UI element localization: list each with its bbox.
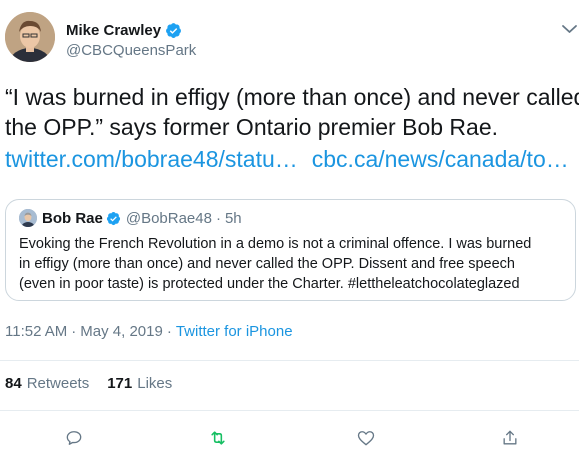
tweet-stats: 84 Retweets 171 Likes — [5, 375, 172, 393]
avatar-image — [5, 12, 55, 62]
retweets-stat[interactable]: 84 Retweets — [5, 375, 89, 393]
quoted-text-line: in effigy (more than once) and never cal… — [19, 256, 515, 272]
tweet-source-link[interactable]: Twitter for iPhone — [176, 323, 293, 340]
tweet-date[interactable]: May 4, 2019 — [80, 323, 163, 340]
likes-stat[interactable]: 171 Likes — [107, 375, 172, 393]
author-handle[interactable]: @CBCQueensPark — [66, 42, 196, 59]
quoted-text-line: (even in poor taste) is protected under … — [19, 276, 520, 292]
action-bar — [0, 424, 579, 452]
quoted-timestamp: 5h — [224, 209, 242, 227]
verified-badge-icon — [166, 22, 181, 38]
verified-badge-icon — [106, 211, 120, 225]
retweets-label: Retweets — [26, 375, 90, 392]
quoted-text-line: Evoking the French Revolution in a demo … — [19, 236, 532, 252]
tweet: Mike Crawley @CBCQueensPark “I was burne… — [0, 0, 579, 469]
heart-icon — [357, 431, 375, 446]
retweet-icon — [211, 431, 225, 445]
retweet-button[interactable] — [206, 426, 230, 450]
likes-count: 171 — [107, 375, 133, 392]
quoted-display-name: Bob Rae — [42, 209, 103, 227]
quoted-avatar-image — [19, 209, 37, 227]
author-name-row[interactable]: Mike Crawley — [66, 20, 182, 40]
author-avatar[interactable] — [5, 12, 55, 62]
share-button[interactable] — [498, 426, 522, 450]
quoted-handle: @BobRae48 — [125, 209, 212, 227]
quoted-author-avatar — [19, 209, 37, 227]
divider — [0, 410, 579, 411]
tweet-text-line: “I was burned in effigy (more than once)… — [5, 84, 579, 110]
reply-button[interactable] — [62, 426, 86, 450]
quoted-header: Bob Rae @BobRae48 · 5h — [42, 209, 242, 227]
meta-separator: · — [71, 323, 77, 340]
tweet-text-line: the OPP.” says former Ontario premier Bo… — [5, 114, 498, 140]
chevron-down-icon — [562, 25, 577, 33]
more-options-button[interactable] — [560, 22, 579, 36]
retweets-count: 84 — [5, 375, 22, 392]
tweet-link-bobrae-status[interactable]: twitter.com/bobrae48/statu… — [5, 146, 298, 172]
author-display-name[interactable]: Mike Crawley — [66, 22, 161, 39]
share-icon — [503, 430, 517, 445]
tweet-time[interactable]: 11:52 AM — [5, 323, 67, 340]
meta-separator: · — [166, 323, 172, 340]
quoted-text: Evoking the French Revolution in a demo … — [19, 234, 571, 294]
likes-label: Likes — [137, 375, 173, 392]
tweet-link-cbc-news[interactable]: cbc.ca/news/canada/to… — [312, 146, 569, 172]
tweet-text: “I was burned in effigy (more than once)… — [5, 82, 579, 142]
like-button[interactable] — [354, 426, 378, 450]
divider — [0, 360, 579, 361]
tweet-links: twitter.com/bobrae48/statu… cbc.ca/news/c… — [5, 144, 569, 174]
reply-icon — [66, 431, 82, 445]
quoted-separator: · — [215, 209, 221, 227]
quoted-tweet[interactable]: Bob Rae @BobRae48 · 5h Evoking the Frenc… — [5, 199, 576, 301]
tweet-meta: 11:52 AM · May 4, 2019 · Twitter for iPhone — [5, 323, 293, 340]
